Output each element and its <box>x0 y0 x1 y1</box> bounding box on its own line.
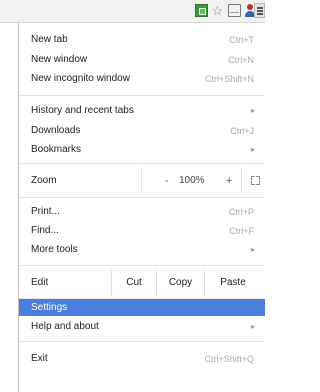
menu-item-new-window[interactable]: New window Ctrl+N <box>19 50 265 70</box>
zoom-divider <box>141 167 142 195</box>
menu-item-label: Exit <box>31 353 48 364</box>
menu-item-label: History and recent tabs <box>31 105 134 116</box>
menu-item-more-tools[interactable]: More tools ▸ <box>19 240 265 260</box>
cut-button[interactable]: Cut <box>112 273 156 293</box>
menu-item-downloads[interactable]: Downloads Ctrl+J <box>19 121 265 141</box>
menu-item-new-incognito-window[interactable]: New incognito window Ctrl+Shift+N <box>19 69 265 89</box>
menu-item-label: Help and about <box>31 321 99 332</box>
zoom-in-button[interactable]: + <box>226 171 232 191</box>
menu-item-print[interactable]: Print... Ctrl+P <box>19 202 265 222</box>
menu-item-bookmarks[interactable]: Bookmarks ▸ <box>19 140 265 160</box>
menu-item-shortcut: Ctrl+F <box>229 226 254 236</box>
menu-item-label: Bookmarks <box>31 144 82 155</box>
menu-item-label: Zoom <box>31 175 57 186</box>
copy-button[interactable]: Copy <box>157 273 204 293</box>
menu-separator <box>19 95 265 96</box>
submenu-arrow-icon: ▸ <box>250 322 255 331</box>
fullscreen-icon[interactable] <box>251 176 260 185</box>
menu-item-exit[interactable]: Exit Ctrl+Shift+Q <box>19 349 265 369</box>
browser-toolbar: ☆ <box>0 0 265 23</box>
menu-item-settings[interactable]: Settings <box>19 299 265 316</box>
menu-separator <box>19 163 265 164</box>
menu-item-find[interactable]: Find... Ctrl+F <box>19 221 265 241</box>
submenu-arrow-icon: ▸ <box>250 106 255 115</box>
menu-item-shortcut: Ctrl+J <box>230 126 254 136</box>
chrome-menu-icon[interactable] <box>254 3 265 18</box>
menu-item-shortcut: Ctrl+Shift+N <box>204 74 254 84</box>
zoom-divider <box>241 167 242 195</box>
profile-head <box>247 4 253 10</box>
menu-item-history[interactable]: History and recent tabs ▸ <box>19 101 265 121</box>
menu-item-label: Print... <box>31 206 60 217</box>
menu-item-label: Find... <box>31 225 59 236</box>
star-icon[interactable]: ☆ <box>211 4 224 17</box>
menu-item-label: Downloads <box>31 125 81 136</box>
menu-item-zoom: Zoom - 100% + <box>19 167 265 195</box>
menu-separator <box>19 341 265 342</box>
menu-item-shortcut: Ctrl+T <box>229 35 254 45</box>
menu-item-shortcut: Ctrl+Shift+Q <box>204 354 254 364</box>
menu-item-label: New tab <box>31 34 68 45</box>
menu-item-label: More tools <box>31 244 78 255</box>
paste-button[interactable]: Paste <box>205 273 261 293</box>
chrome-main-menu: New tab Ctrl+T New window Ctrl+N New inc… <box>18 23 265 392</box>
menu-item-help-and-about[interactable]: Help and about ▸ <box>19 317 265 337</box>
submenu-arrow-icon: ▸ <box>250 145 255 154</box>
menu-item-new-tab[interactable]: New tab Ctrl+T <box>19 30 265 50</box>
menu-item-shortcut: Ctrl+N <box>228 55 254 65</box>
zoom-out-button[interactable]: - <box>165 171 169 191</box>
menu-separator <box>19 265 265 266</box>
menu-item-shortcut: Ctrl+P <box>228 207 254 217</box>
menu-item-label: Edit <box>31 277 49 288</box>
zoom-level: 100% <box>179 175 205 186</box>
submenu-arrow-icon: ▸ <box>250 245 255 254</box>
menu-item-label: New incognito window <box>31 73 130 84</box>
menu-item-label: New window <box>31 54 88 65</box>
menu-item-label: Settings <box>31 302 68 313</box>
cast-icon[interactable] <box>228 4 241 17</box>
menu-item-edit: Edit Cut Copy Paste <box>19 268 265 297</box>
menu-separator <box>19 197 265 198</box>
extension-icon[interactable] <box>195 4 208 17</box>
